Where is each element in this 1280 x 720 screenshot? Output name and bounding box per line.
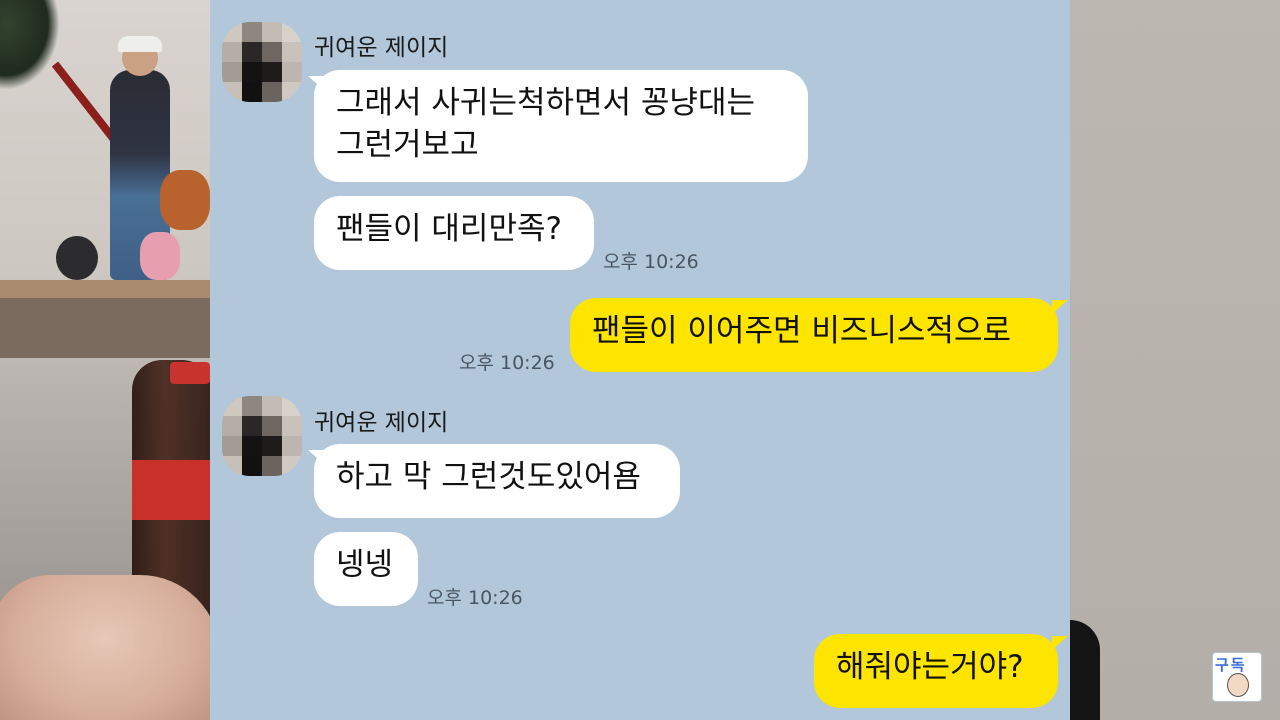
message-bubble-outgoing[interactable]: 팬들이 이어주면 비즈니스적으로 [570,298,1058,372]
figure-hat [118,36,162,52]
small-figure [140,232,180,280]
message-timestamp: 오후 10:26 [603,251,699,273]
chat-panel[interactable]: 귀여운 제이지 그래서 사귀는척하면서 꽁냥대는 그런거보고 팬들이 대리만족?… [210,0,1070,720]
message-bubble[interactable]: 그래서 사귀는척하면서 꽁냥대는 그런거보고 [314,70,808,182]
small-figure [56,236,98,280]
hand [0,575,210,720]
shelf [0,280,210,298]
chair-edge [1070,620,1100,720]
subscribe-label: 구독 [1215,656,1247,674]
bubble-tail [1052,300,1068,314]
plant [0,0,60,90]
message-bubble[interactable]: 하고 막 그런것도있어욤 [314,444,680,518]
bubble-tail [1052,636,1068,650]
sender-name: 귀여운 제이지 [314,410,449,436]
small-figure [160,170,210,230]
message-bubble-outgoing[interactable]: 해줘야는거야? [814,634,1058,708]
webcam-background-left [0,0,210,720]
bottle-label [132,460,210,520]
webcam-background-right [1070,0,1280,720]
subscribe-avatar-icon [1227,673,1249,697]
message-timestamp: 오후 10:26 [427,587,523,609]
sender-avatar[interactable] [222,22,302,102]
message-timestamp: 오후 10:26 [459,352,555,374]
message-bubble[interactable]: 팬들이 대리만족? [314,196,594,270]
bottle-cap [170,362,210,384]
sender-avatar[interactable] [222,396,302,476]
sender-name: 귀여운 제이지 [314,35,449,61]
subscribe-badge[interactable]: 구독 [1212,652,1262,702]
message-bubble[interactable]: 넹넹 [314,532,418,606]
shelf-shadow [0,298,210,358]
